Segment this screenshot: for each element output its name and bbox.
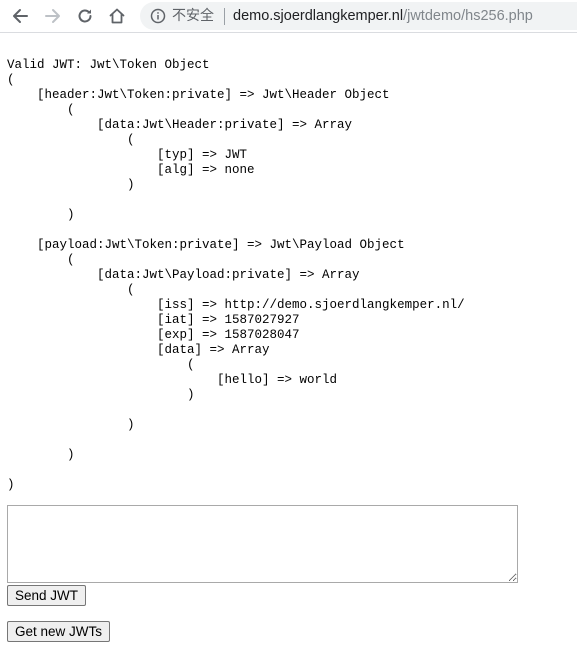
- jwt-output: Valid JWT: Jwt\Token Object ( [header:Jw…: [7, 58, 465, 492]
- back-button[interactable]: [9, 5, 31, 27]
- url-path: /jwtdemo/hs256.php: [403, 8, 533, 24]
- arrow-right-icon: [45, 9, 60, 23]
- home-button[interactable]: [106, 5, 128, 27]
- reload-button[interactable]: [74, 5, 96, 27]
- info-icon[interactable]: [150, 8, 166, 24]
- omnibox-divider: [224, 8, 225, 25]
- security-status-label[interactable]: 不安全: [172, 8, 214, 24]
- home-icon: [109, 8, 125, 24]
- jwt-input[interactable]: [7, 505, 518, 583]
- send-jwt-button[interactable]: Send JWT: [7, 585, 87, 606]
- address-bar[interactable]: 不安全 demo.sjoerdlangkemper.nl/jwtdemo/hs2…: [140, 2, 577, 30]
- get-new-jwts-button[interactable]: Get new JWTs: [7, 621, 111, 642]
- forward-button[interactable]: [42, 5, 64, 27]
- reload-icon: [78, 9, 92, 23]
- browser-toolbar: 不安全 demo.sjoerdlangkemper.nl/jwtdemo/hs2…: [0, 0, 577, 33]
- url-text[interactable]: demo.sjoerdlangkemper.nl/jwtdemo/hs256.p…: [233, 7, 533, 25]
- arrow-left-icon: [13, 9, 28, 23]
- url-host: demo.sjoerdlangkemper.nl: [233, 8, 404, 24]
